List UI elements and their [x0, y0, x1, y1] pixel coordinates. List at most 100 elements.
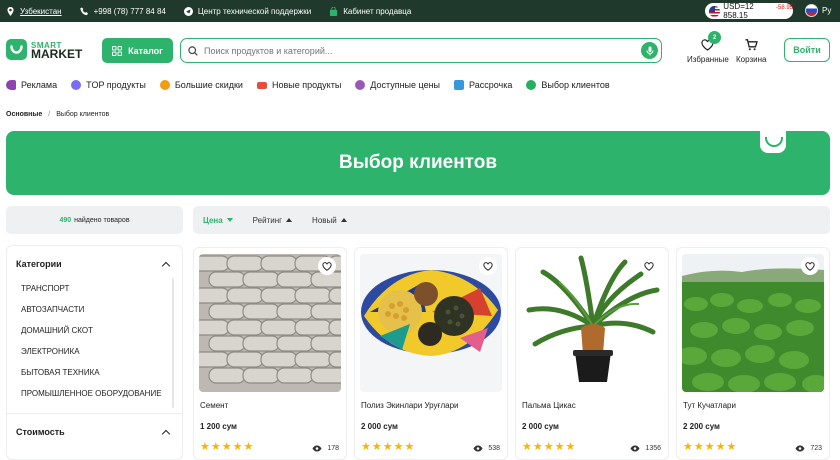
- favorites-button[interactable]: 2 Избранные: [687, 31, 729, 64]
- eye-icon: [795, 445, 805, 452]
- star-icon: ★: [371, 441, 382, 453]
- logo[interactable]: SMART MARKET: [6, 39, 82, 60]
- ru-flag-icon: [805, 4, 818, 17]
- results-label: найдено товаров: [74, 216, 130, 224]
- categories-title[interactable]: Категории: [16, 259, 62, 269]
- nav-label: Новые продукты: [271, 80, 342, 90]
- star-icon: ★: [200, 441, 210, 453]
- view-count: 1356: [630, 445, 661, 452]
- product-card[interactable]: Семент 1 200 сум ★ ★ ★ ★ ★ 178: [193, 247, 347, 460]
- currency-rate: USD=12 858.15 -58.95: [705, 2, 793, 20]
- category-item[interactable]: Транспорт: [21, 284, 171, 294]
- price-filter-title[interactable]: Стоимость: [16, 427, 65, 437]
- product-image-cement-bags[interactable]: [199, 254, 341, 392]
- view-count: 538: [473, 445, 500, 452]
- star-icon: ★: [221, 441, 232, 453]
- nav-item-affordable[interactable]: Доступные цены: [355, 80, 440, 90]
- grid-icon: [112, 45, 123, 56]
- product-price: 2 200 сум: [683, 422, 720, 431]
- product-image-seeds[interactable]: [360, 254, 502, 392]
- product-name[interactable]: Семент: [200, 401, 228, 410]
- view-count: 723: [795, 445, 822, 452]
- results-number: 490: [59, 216, 72, 224]
- sort-label: Новый: [312, 215, 337, 225]
- add-to-favorites-button[interactable]: [801, 257, 819, 275]
- phone-number: +998 (78) 777 84 84: [93, 6, 166, 16]
- product-name[interactable]: Тут Кучатлари: [683, 401, 736, 410]
- currency-delta: -58.95: [775, 5, 793, 11]
- category-item[interactable]: Автозапчасти: [21, 305, 171, 315]
- add-to-favorites-button[interactable]: [318, 257, 336, 275]
- product-price: 1 200 сум: [200, 422, 237, 431]
- category-item[interactable]: Промышленное оборудование: [21, 389, 171, 399]
- product-name[interactable]: Пальма Цикас: [522, 401, 576, 410]
- star-icon: ★: [210, 441, 221, 453]
- breadcrumb-home[interactable]: Основные: [6, 111, 42, 118]
- product-name[interactable]: Полиз Экинлари Уруғлари: [361, 401, 458, 410]
- category-item[interactable]: Домашний скот: [21, 326, 171, 336]
- category-item[interactable]: Бытовая техника: [21, 368, 171, 378]
- heart-icon: [483, 261, 493, 271]
- nav-item-discounts[interactable]: Большие скидки: [159, 80, 243, 90]
- star-icon: ★: [243, 441, 254, 453]
- star-icon: ★: [404, 441, 415, 453]
- star-icon: ★: [543, 441, 554, 453]
- heart-icon: [805, 261, 815, 271]
- filter-sidebar: Категории Транспорт Автозапчасти Домашни…: [6, 245, 183, 460]
- product-image-palm[interactable]: [521, 254, 663, 392]
- eye-icon: [473, 445, 483, 452]
- product-card[interactable]: Пальма Цикас 2 000 сум ★ ★ ★ ★ ★ 1356: [515, 247, 669, 460]
- rating-stars: ★ ★ ★ ★ ★: [522, 442, 575, 453]
- nav-item-installment[interactable]: Рассрочка: [454, 80, 512, 90]
- add-to-favorites-button[interactable]: [640, 257, 658, 275]
- cart-button[interactable]: Корзина: [736, 39, 766, 64]
- favorites-label: Избранные: [687, 55, 729, 64]
- breadcrumb-current: Выбор клиентов: [56, 111, 110, 118]
- product-price: 2 000 сум: [522, 422, 559, 431]
- caret-down-icon: [226, 218, 233, 222]
- logo-mark-icon: [6, 39, 27, 60]
- sort-rating[interactable]: Рейтинг: [253, 216, 293, 225]
- language-label: Ру: [822, 6, 832, 15]
- language-selector[interactable]: Ру: [805, 4, 831, 17]
- phone-link[interactable]: +998 (78) 777 84 84: [79, 6, 166, 16]
- add-to-favorites-button[interactable]: [479, 257, 497, 275]
- nav-label: Реклама: [21, 80, 58, 90]
- nav-item-customer-choice[interactable]: Выбор клиентов: [526, 80, 610, 90]
- catalog-button[interactable]: Каталог: [102, 38, 173, 63]
- page-banner: Выбор клиентов: [6, 131, 830, 195]
- caret-up-icon: [286, 218, 293, 222]
- search-input[interactable]: [204, 45, 624, 56]
- login-button[interactable]: Войти: [784, 38, 830, 62]
- region-label: Узбекистан: [20, 6, 62, 16]
- category-item[interactable]: Электроника: [21, 347, 171, 357]
- rating-stars: ★ ★ ★ ★ ★: [361, 442, 414, 453]
- eye-icon: [312, 445, 322, 452]
- star-icon: ★: [393, 441, 404, 453]
- sort-price[interactable]: Цена: [203, 216, 233, 225]
- category-scrollbar[interactable]: [172, 278, 174, 408]
- star-icon: ★: [704, 441, 715, 453]
- rating-stars: ★ ★ ★ ★ ★: [200, 442, 253, 453]
- voice-search-button[interactable]: [641, 42, 658, 59]
- product-image-mulberry-seedlings[interactable]: [682, 254, 824, 392]
- product-card[interactable]: Полиз Экинлари Уруғлари 2 000 сум ★ ★ ★ ★ ★ …: [354, 247, 508, 460]
- product-price: 2 000 сум: [361, 422, 398, 431]
- region-selector[interactable]: Узбекистан: [6, 6, 62, 16]
- chevron-up-icon[interactable]: [161, 261, 171, 271]
- nav-item-ads[interactable]: Реклама: [6, 80, 57, 90]
- star-icon: ★: [522, 441, 532, 453]
- nav-item-new[interactable]: Новые продукты: [256, 80, 342, 90]
- sort-new[interactable]: Новый: [312, 216, 347, 225]
- header: SMART MARKET Каталог 2 Избранные Корзина…: [0, 22, 840, 78]
- promo-nav: Реклама TOP продукты Большие скидки Новы…: [6, 77, 624, 93]
- support-link[interactable]: Центр технической поддержки: [183, 6, 311, 16]
- nav-item-top[interactable]: TOP продукты: [71, 80, 146, 90]
- chevron-up-icon[interactable]: [161, 429, 171, 439]
- view-count-value: 178: [327, 445, 339, 452]
- product-card[interactable]: Тут Кучатлари 2 200 сум ★ ★ ★ ★ ★ 723: [676, 247, 830, 460]
- nav-label: Доступные цены: [370, 80, 441, 90]
- seller-cabinet-link[interactable]: Кабинет продавца: [329, 6, 411, 16]
- choice-icon: [526, 80, 537, 90]
- breadcrumb-separator: /: [48, 111, 51, 118]
